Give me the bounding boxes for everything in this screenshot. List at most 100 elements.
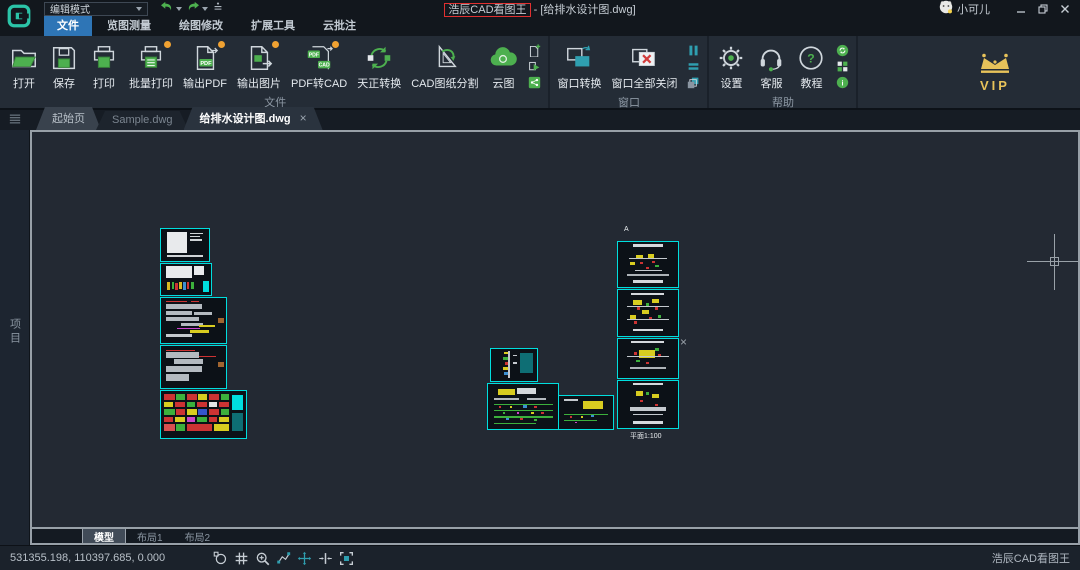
sheet-riser[interactable]	[490, 348, 538, 382]
ribbon-button-settings[interactable]: 设置	[711, 38, 751, 94]
ribbon-button-pdf-to-cad[interactable]: PDF CAD PDF转CAD	[286, 38, 352, 94]
sheet-graphic	[193, 311, 212, 316]
measure-icon[interactable]	[318, 551, 333, 566]
sheet-spec-2[interactable]	[160, 345, 227, 389]
sheet-graphic	[628, 258, 668, 260]
cursor-coordinates: 531355.198, 110397.685, 0.000	[10, 552, 166, 564]
sheet-graphic	[208, 416, 218, 423]
menu-tab-1[interactable]: 览图测量	[94, 15, 164, 36]
document-tab-0[interactable]: 起始页	[36, 107, 101, 130]
sheet-graphic	[627, 356, 669, 357]
sheet-graphic	[196, 356, 217, 358]
canvas-x-marker: ×	[680, 335, 688, 349]
sheet-graphic	[182, 282, 186, 291]
tab-list-icon[interactable]	[8, 113, 22, 125]
move-icon[interactable]	[297, 551, 312, 566]
layout-tab-1[interactable]: 布局1	[126, 529, 174, 544]
sheet-graphic	[564, 419, 597, 421]
sheet-graphic	[642, 309, 650, 315]
menu-tab-0[interactable]: 文件	[44, 15, 92, 36]
sheet-plan-1[interactable]	[617, 241, 679, 288]
menu-tab-2[interactable]: 绘图修改	[166, 15, 236, 36]
svg-text:PDF: PDF	[200, 60, 212, 66]
ribbon-button-tutorial[interactable]: ? 教程	[791, 38, 831, 94]
sheet-graphic	[645, 392, 650, 395]
sheet-graphic	[633, 413, 663, 416]
sheet-title-block[interactable]	[160, 228, 210, 262]
layout-tab-0[interactable]: 模型	[82, 529, 126, 544]
cascade-icon[interactable]	[687, 76, 700, 89]
project-panel-strip[interactable]: 项目	[0, 130, 30, 545]
crown-icon	[974, 51, 1016, 80]
ribbon-button-print[interactable]: 打印	[84, 38, 124, 94]
sheet-plan-4[interactable]	[617, 380, 679, 429]
layout-tab-2[interactable]: 布局2	[174, 529, 222, 544]
new-doc-icon[interactable]	[528, 43, 541, 57]
extents-icon[interactable]	[339, 551, 354, 566]
ribbon-button-cloud[interactable]: 云图	[483, 38, 523, 94]
export-image-icon	[244, 40, 279, 74]
ribbon-button-cad-split[interactable]: CAD图纸分割	[406, 38, 483, 94]
support-icon	[756, 42, 786, 74]
polyline-icon[interactable]	[276, 551, 291, 566]
sheet-notes[interactable]	[160, 263, 212, 296]
ribbon-button-open-folder[interactable]: 打开	[4, 38, 44, 94]
ribbon-button-export-image[interactable]: 输出图片	[232, 38, 286, 94]
ribbon-button-support[interactable]: 客服	[751, 38, 791, 94]
project-panel-label: 项目	[8, 318, 21, 346]
document-tab-2[interactable]: 给排水设计图.dwg ×	[184, 107, 323, 130]
info-icon[interactable]: i	[836, 76, 849, 89]
sheet-spec-1[interactable]	[160, 297, 227, 344]
svg-text:CAD: CAD	[319, 62, 330, 68]
sheet-graphic	[569, 415, 572, 418]
drawing-canvas[interactable]: A 平面1:100 ×	[32, 132, 1078, 527]
sheet-graphic	[517, 388, 536, 394]
sheet-graphic	[217, 361, 225, 367]
document-tabbar: 起始页 Sample.dwg 给排水设计图.dwg ×	[0, 110, 1080, 130]
ribbon-button-window-switch[interactable]: 窗口转换	[552, 38, 606, 94]
sheet-graphic	[633, 244, 663, 247]
sheet-graphic	[198, 409, 207, 415]
ribbon-button-label: 窗口转换	[557, 77, 602, 90]
pause-icon[interactable]	[687, 44, 700, 57]
sheet-graphic	[167, 281, 170, 291]
vip-badge[interactable]: VIP	[974, 36, 1016, 108]
tab-close-icon[interactable]: ×	[300, 111, 307, 125]
grid-icon[interactable]	[234, 551, 249, 566]
sheet-graphic	[657, 314, 662, 318]
sheet-graphic	[171, 281, 174, 290]
sheet-graphic	[530, 411, 535, 415]
ribbon-button-batch-print[interactable]: 批量打印	[124, 38, 178, 94]
ribbon-button-export-pdf[interactable]: PDF 输出PDF	[178, 38, 232, 94]
menu-tab-4[interactable]: 云批注	[310, 15, 369, 36]
sheet-profile-2[interactable]	[558, 395, 614, 430]
sheet-graphic	[633, 321, 638, 325]
sheet-graphic	[218, 401, 229, 408]
sheet-plan-2[interactable]	[617, 289, 679, 337]
compare-icon[interactable]	[528, 60, 541, 73]
ribbon-button-tianzheng-convert[interactable]: 天正转换	[352, 38, 406, 94]
apps-icon[interactable]	[836, 60, 849, 73]
zoom-icon[interactable]	[255, 551, 270, 566]
ribbon-button-save[interactable]: 保存	[44, 38, 84, 94]
bars-icon[interactable]	[687, 60, 700, 73]
refresh-icon[interactable]	[836, 44, 849, 57]
sheet-plan-3[interactable]	[617, 338, 679, 379]
document-tab-1[interactable]: Sample.dwg	[96, 111, 189, 130]
cad-split-icon	[430, 42, 460, 74]
ribbon-button-label: 客服	[760, 77, 783, 90]
ribbon-button-label: 窗口全部关闭	[611, 77, 678, 90]
share-icon[interactable]	[528, 76, 541, 89]
sheet-graphic	[534, 418, 537, 421]
svg-text:i: i	[842, 78, 844, 87]
menu-tab-3[interactable]: 扩展工具	[238, 15, 308, 36]
sheet-graphic	[513, 362, 518, 364]
ribbon-button-close-all-windows[interactable]: 窗口全部关闭	[606, 38, 682, 94]
sheet-graphic	[189, 239, 202, 241]
orbit-icon[interactable]	[213, 551, 228, 566]
sheet-graphic	[651, 394, 659, 399]
sheet-graphic	[190, 301, 199, 303]
sheet-graphic	[198, 393, 207, 400]
sheet-schedule[interactable]	[160, 390, 247, 439]
sheet-profile-1[interactable]	[487, 383, 559, 430]
